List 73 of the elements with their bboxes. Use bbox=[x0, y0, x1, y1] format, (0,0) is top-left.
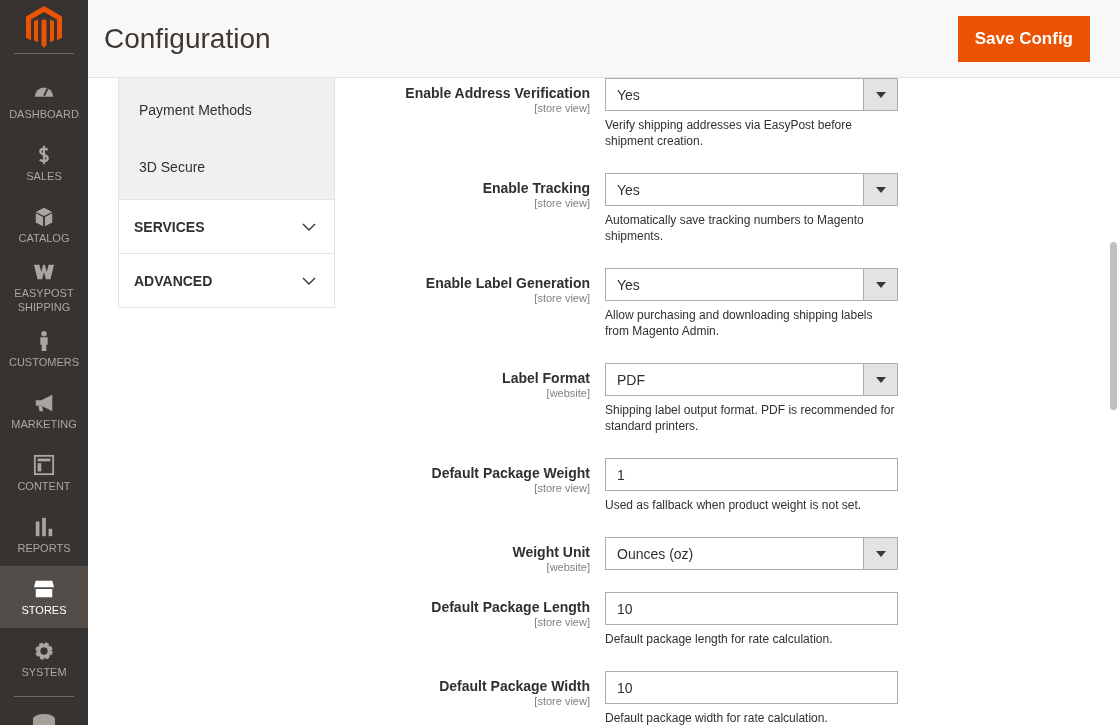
field-label: Default Package Length bbox=[430, 599, 590, 616]
field-note: Default package length for rate calculation. bbox=[605, 631, 834, 648]
field-label: Default Package Width bbox=[438, 678, 590, 695]
dropdown-arrow-icon bbox=[875, 376, 886, 383]
bar-chart-icon bbox=[33, 515, 55, 538]
field-note: Verify shipping addresses via EasyPost before shipment creation. bbox=[605, 117, 853, 150]
nav-label: CONTENT bbox=[16, 478, 72, 493]
layout-icon bbox=[33, 453, 55, 476]
scope-label: [store view] bbox=[533, 482, 590, 494]
nav-item[interactable]: DASHBOARD bbox=[0, 70, 88, 132]
dropdown-arrow-icon bbox=[875, 186, 886, 193]
scope-label: [website] bbox=[545, 561, 590, 573]
field-label: Weight Unit bbox=[511, 544, 590, 561]
nav-label: CUSTOMERS bbox=[7, 354, 81, 369]
nav-item[interactable]: SALES bbox=[0, 132, 88, 194]
section-label: SERVICES bbox=[134, 218, 205, 235]
scrollbar-thumb[interactable] bbox=[1110, 242, 1117, 410]
input-field[interactable]: 10 bbox=[605, 592, 898, 625]
chevron-icon bbox=[302, 276, 316, 285]
input-field[interactable]: 1 bbox=[605, 458, 898, 491]
field-label: Default Package Weight bbox=[430, 465, 590, 482]
nav-label: CATALOG bbox=[17, 230, 71, 245]
field-label: Label Format bbox=[501, 370, 590, 387]
scope-label: [store view] bbox=[533, 292, 590, 304]
nav-item[interactable]: CATALOG bbox=[0, 194, 88, 256]
select-field[interactable]: Ounces (oz) bbox=[605, 537, 898, 570]
nav-label: EASYPOST SHIPPING bbox=[13, 285, 75, 314]
section-header[interactable]: ADVANCED bbox=[118, 254, 335, 308]
field-note: Default package width for rate calculation. bbox=[605, 710, 829, 725]
nav-item[interactable]: MARKETING bbox=[0, 380, 88, 442]
field-label: Enable Label Generation bbox=[424, 275, 590, 292]
logo-icon[interactable] bbox=[26, 5, 62, 48]
scope-label: [store view] bbox=[533, 102, 590, 114]
nav-label: DASHBOARD bbox=[8, 106, 80, 121]
dropdown-arrow-icon bbox=[875, 91, 886, 98]
nav-item[interactable]: EASYPOST SHIPPING bbox=[0, 256, 88, 318]
dropdown-arrow-icon bbox=[875, 550, 886, 557]
scope-label: [store view] bbox=[533, 695, 590, 707]
page-title: Configuration bbox=[104, 22, 271, 55]
save-config-button[interactable]: Save Config bbox=[957, 15, 1090, 62]
section-label: ADVANCED bbox=[134, 272, 213, 289]
box-icon bbox=[33, 205, 55, 228]
nav-label: SYSTEM bbox=[20, 664, 68, 679]
config-tab-link[interactable]: Payment Methods bbox=[139, 100, 334, 120]
nav-item[interactable]: CUSTOMERS bbox=[0, 318, 88, 380]
nav-item[interactable]: REPORTS bbox=[0, 504, 88, 566]
dropdown-arrow-icon bbox=[875, 281, 886, 288]
select-field[interactable]: PDF bbox=[605, 363, 898, 396]
scope-label: [store view] bbox=[533, 616, 590, 628]
config-tab-link[interactable]: 3D Secure bbox=[139, 157, 334, 177]
nav-item[interactable]: STORES bbox=[0, 566, 88, 628]
section-header[interactable]: SERVICES bbox=[118, 199, 335, 254]
nav-label: STORES bbox=[20, 602, 68, 617]
field-note: Automatically save tracking numbers to Magento shipments. bbox=[605, 212, 865, 245]
field-note: Used as fallback when product weight is not set. bbox=[605, 497, 863, 514]
scope-label: [store view] bbox=[533, 197, 590, 209]
select-field[interactable]: Yes bbox=[605, 173, 898, 206]
nav-label: MARKETING bbox=[10, 416, 78, 431]
nav-item[interactable]: CONTENT bbox=[0, 442, 88, 504]
select-field[interactable]: Yes bbox=[605, 78, 898, 111]
scope-label: [website] bbox=[545, 387, 590, 399]
input-field[interactable]: 10 bbox=[605, 671, 898, 704]
field-label: Enable Tracking bbox=[481, 180, 590, 197]
nav-label: SALES bbox=[25, 168, 63, 183]
stack-icon[interactable] bbox=[32, 713, 56, 725]
select-field[interactable]: Yes bbox=[605, 268, 898, 301]
nav-item[interactable]: SYSTEM bbox=[0, 628, 88, 690]
field-note: Allow purchasing and downloading shipping labels from Magento Admin. bbox=[605, 307, 874, 340]
field-label: Enable Address Verification bbox=[404, 85, 590, 102]
chevron-icon bbox=[302, 222, 316, 231]
gear-icon bbox=[33, 639, 55, 662]
nav-label: REPORTS bbox=[16, 540, 72, 555]
field-note: Shipping label output format. PDF is recommended for standard printers. bbox=[605, 402, 896, 435]
